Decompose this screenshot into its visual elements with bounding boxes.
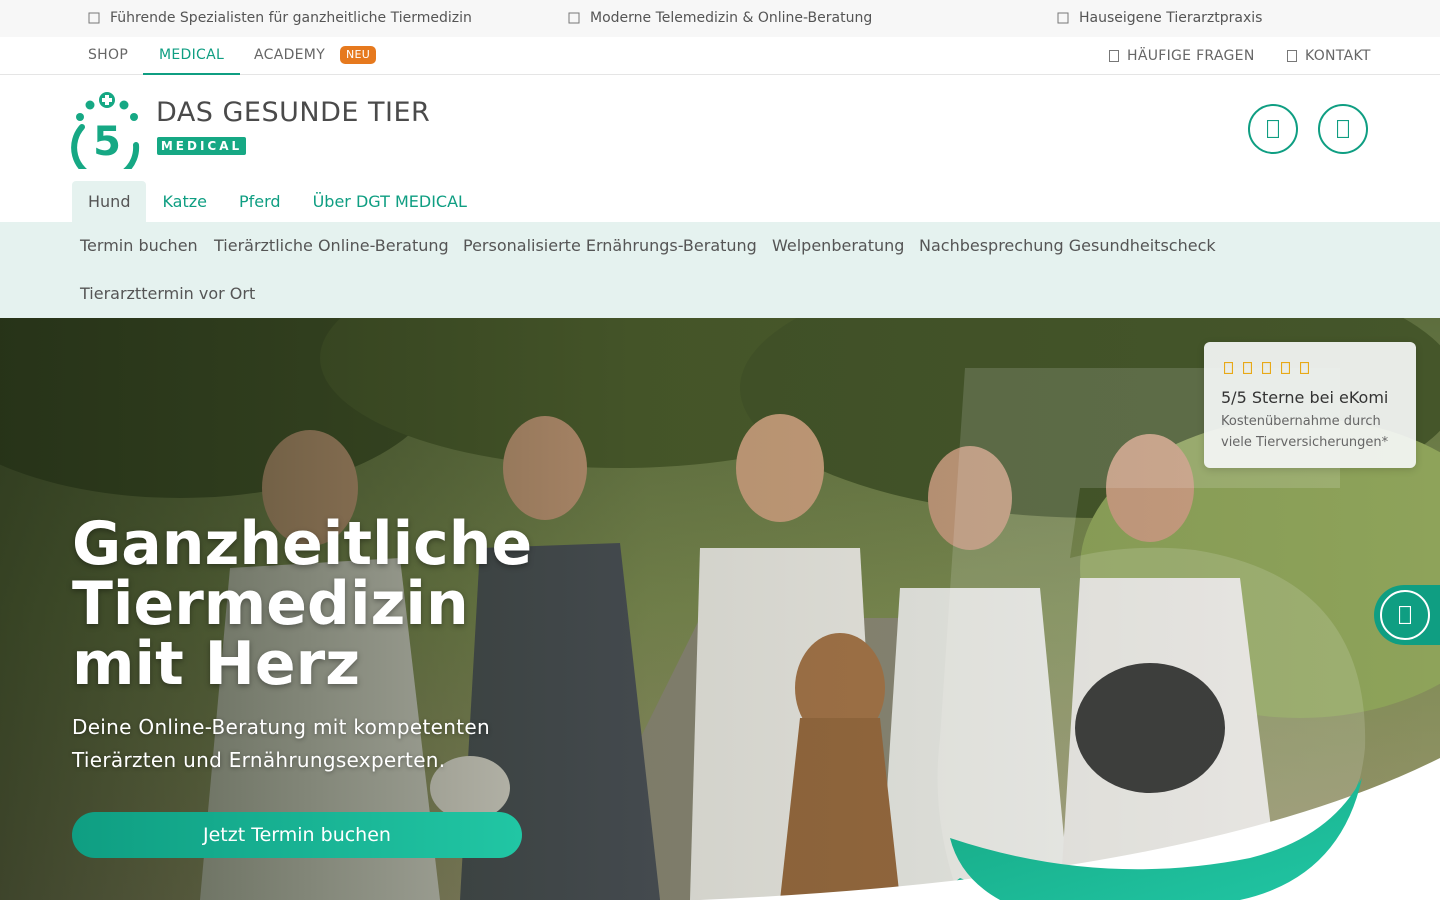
- nav-academy[interactable]: ACADEMY: [254, 37, 325, 75]
- book-appointment-button[interactable]: Jetzt Termin buchen: [72, 812, 522, 858]
- chat-button[interactable]: [1374, 585, 1440, 645]
- star-icon: [1243, 362, 1252, 374]
- secondary-nav: SHOP MEDICAL ACADEMY NEU HÄUFIGE FRAGEN …: [0, 37, 1440, 75]
- submenu-online-beratung[interactable]: Tierärztliche Online-Beratung: [214, 236, 449, 255]
- star-rating: [1224, 362, 1309, 374]
- usp-item: Moderne Telemedizin & Online-Beratung: [568, 10, 872, 26]
- tab-pferd[interactable]: Pferd: [223, 181, 297, 222]
- rating-card[interactable]: 5/5 Sterne bei eKomi Kostenübernahme dur…: [1204, 342, 1416, 468]
- logo-mark: 5: [71, 92, 140, 169]
- cart-button[interactable]: [1318, 104, 1368, 154]
- usp-item: Führende Spezialisten für ganzheitliche …: [88, 10, 472, 26]
- hero-subtitle-line: Deine Online-Beratung mit kompetenten: [72, 715, 490, 739]
- check-icon: [1057, 11, 1069, 25]
- tab-hund[interactable]: Hund: [72, 181, 147, 222]
- nav-faq[interactable]: HÄUFIGE FRAGEN: [1109, 37, 1255, 75]
- question-icon: [1109, 50, 1119, 62]
- new-badge: NEU: [340, 46, 377, 64]
- chat-icon: [1399, 606, 1411, 624]
- usp-text: Führende Spezialisten für ganzheitliche …: [110, 10, 472, 26]
- submenu-ernaehrungs-beratung[interactable]: Personalisierte Ernährungs-Beratung: [463, 236, 757, 255]
- chat-ring: [1380, 590, 1430, 640]
- species-tabs: Hund Katze Pferd Über DGT MEDICAL: [72, 181, 483, 222]
- submenu-nachbesprechung[interactable]: Nachbesprechung Gesundheitscheck: [919, 236, 1216, 255]
- brand-name: DAS GESUNDE TIER: [156, 97, 431, 128]
- star-icon: [1300, 362, 1309, 374]
- check-icon: [568, 11, 580, 25]
- submenu: Termin buchen Tierärztliche Online-Berat…: [0, 222, 1440, 318]
- usp-text: Moderne Telemedizin & Online-Beratung: [590, 10, 873, 26]
- rating-title: 5/5 Sterne bei eKomi: [1221, 388, 1389, 407]
- hero-title-line: Tiermedizin: [72, 569, 469, 639]
- nav-medical[interactable]: MEDICAL: [143, 37, 241, 75]
- rating-subtitle-line: Kostenübernahme durch: [1221, 414, 1381, 429]
- nav-contact-label: KONTAKT: [1305, 48, 1371, 64]
- hero-title-line: mit Herz: [72, 629, 361, 699]
- submenu-tierarzttermin[interactable]: Tierarzttermin vor Ort: [80, 284, 255, 303]
- user-icon: [1267, 120, 1279, 138]
- usp-item: Hauseigene Tierarztpraxis: [1057, 10, 1262, 26]
- brand-logo[interactable]: 5 DAS GESUNDE TIER MEDICAL: [70, 89, 440, 169]
- hero-title-line: Ganzheitliche: [72, 509, 533, 579]
- tab-ueber-dgt[interactable]: Über DGT MEDICAL: [297, 181, 483, 222]
- check-icon: [88, 11, 100, 25]
- hero-subtitle: Deine Online-Beratung mit kompetenten Ti…: [72, 711, 542, 777]
- star-icon: [1224, 362, 1233, 374]
- hero-banner: Ganzheitliche Tiermedizin mit Herz Deine…: [0, 318, 1440, 900]
- usp-bar: Führende Spezialisten für ganzheitliche …: [0, 0, 1440, 37]
- account-button[interactable]: [1248, 104, 1298, 154]
- submenu-termin-buchen[interactable]: Termin buchen: [80, 236, 198, 255]
- cart-icon: [1337, 120, 1349, 138]
- usp-text: Hauseigene Tierarztpraxis: [1079, 10, 1263, 26]
- hero-title: Ganzheitliche Tiermedizin mit Herz: [72, 514, 552, 694]
- rating-subtitle: Kostenübernahme durch viele Tierversiche…: [1221, 411, 1411, 453]
- hero-subtitle-line: Tierärzten und Ernährungsexperten.: [72, 748, 446, 772]
- nav-faq-label: HÄUFIGE FRAGEN: [1127, 48, 1255, 64]
- submenu-welpenberatung[interactable]: Welpenberatung: [772, 236, 904, 255]
- star-icon: [1262, 362, 1271, 374]
- rating-subtitle-line: viele Tierversicherungen*: [1221, 435, 1389, 450]
- nav-shop[interactable]: SHOP: [88, 37, 128, 75]
- tab-katze[interactable]: Katze: [146, 181, 223, 222]
- brand-sub: MEDICAL: [157, 137, 246, 155]
- nav-contact[interactable]: KONTAKT: [1287, 37, 1371, 75]
- star-icon: [1281, 362, 1290, 374]
- svg-text:5: 5: [93, 119, 121, 165]
- envelope-icon: [1287, 50, 1297, 62]
